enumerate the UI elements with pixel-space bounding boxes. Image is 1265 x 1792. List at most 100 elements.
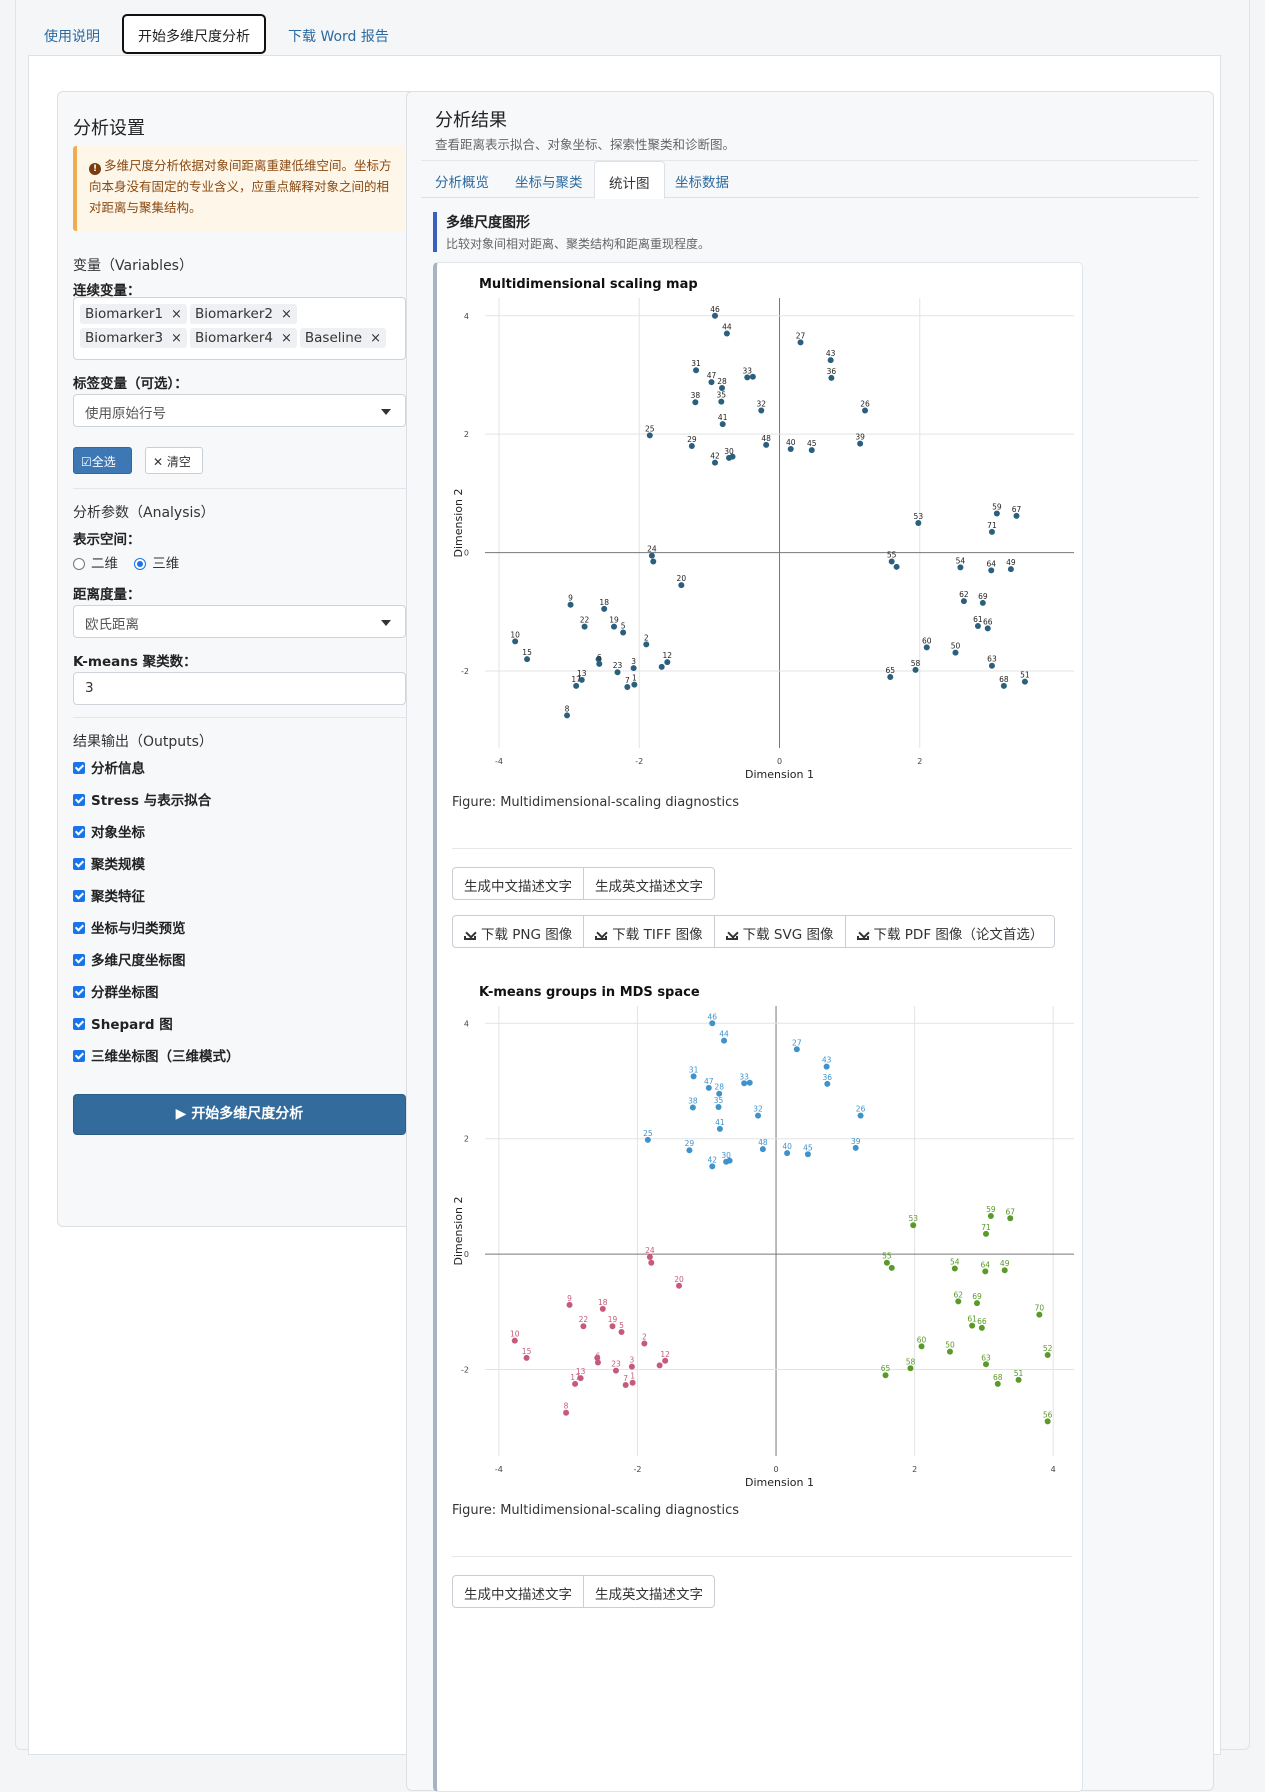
point-label: 71 <box>981 1223 991 1232</box>
data-point <box>746 1079 753 1086</box>
info-alert: ! 多维尺度分析依据对象间距离重建低维空间。坐标方向本身没有固定的专业含义，应重点… <box>73 146 406 231</box>
point-label: 27 <box>792 1038 802 1047</box>
download-pdf-button[interactable]: 下载 PDF 图像（论文首选） <box>844 915 1056 948</box>
point-label: 54 <box>956 556 966 565</box>
output-checkbox[interactable]: Shepard 图 <box>73 1013 173 1033</box>
kmeans-input[interactable]: 3 <box>73 672 406 705</box>
tab-overview[interactable]: 分析概览 <box>421 161 503 199</box>
output-checkbox[interactable]: 三维坐标图（三维模式） <box>73 1045 240 1065</box>
generate-chinese-text-button[interactable]: 生成中文描述文字 <box>452 867 584 900</box>
point-label: 48 <box>761 434 771 443</box>
generate-english-text-button[interactable]: 生成英文描述文字 <box>583 1575 715 1608</box>
remove-tag-icon[interactable]: × <box>171 331 182 346</box>
select-all-button[interactable]: ☑全选 <box>73 447 132 474</box>
results-tabs: 分析概览 坐标与聚类 统计图 坐标数据 <box>421 160 1199 199</box>
close-icon: ✕ <box>153 455 167 469</box>
point-label: 63 <box>987 655 997 664</box>
chart-title: K-means groups in MDS space <box>479 985 700 1000</box>
point-label: 7 <box>625 676 630 685</box>
divider <box>73 717 406 718</box>
remove-tag-icon[interactable]: × <box>281 307 292 322</box>
nav-tab-start-analysis[interactable]: 开始多维尺度分析 <box>122 14 266 54</box>
tab-charts[interactable]: 统计图 <box>594 161 665 199</box>
label-var-select[interactable]: 使用原始行号 <box>73 394 406 427</box>
top-nav: 使用说明 开始多维尺度分析 下载 Word 报告 <box>28 14 405 54</box>
point-label: 58 <box>911 659 921 668</box>
point-label: 35 <box>714 1096 724 1105</box>
x-tick-label: -2 <box>635 757 643 766</box>
figure-caption: Figure: Multidimensional-scaling diagnos… <box>452 1503 740 1518</box>
point-label: 49 <box>1000 1259 1010 1268</box>
point-label: 69 <box>978 592 988 601</box>
y-tick-label: 4 <box>464 312 469 321</box>
x-axis-label: Dimension 1 <box>745 768 814 781</box>
remove-tag-icon[interactable]: × <box>171 307 182 322</box>
point-label: 70 <box>1035 1304 1045 1313</box>
info-alert-text: 多维尺度分析依据对象间距离重建低维空间。坐标方向本身没有固定的专业含义，应重点解… <box>89 158 392 215</box>
point-label: 61 <box>967 1315 977 1324</box>
remove-tag-icon[interactable]: × <box>281 331 292 346</box>
point-label: 40 <box>782 1142 792 1151</box>
download-icon <box>725 929 738 940</box>
checkbox-checked-icon <box>73 890 85 902</box>
output-checkbox[interactable]: 分群坐标图 <box>73 981 159 1001</box>
point-label: 60 <box>917 1335 927 1344</box>
divider <box>452 848 1072 849</box>
point-label: 15 <box>522 648 532 657</box>
x-tick-label: -2 <box>633 1465 641 1474</box>
output-checkbox[interactable]: 多维尺度坐标图 <box>73 949 186 969</box>
remove-tag-icon[interactable]: × <box>370 331 381 346</box>
point-label: 47 <box>707 371 717 380</box>
description-buttons: 生成中文描述文字 生成英文描述文字 <box>452 1575 715 1608</box>
point-label: 47 <box>704 1077 714 1086</box>
point-label: 31 <box>691 359 701 368</box>
point-label: 9 <box>568 594 573 603</box>
divider <box>73 488 406 489</box>
x-tick-label: 2 <box>917 757 922 766</box>
point-label: 51 <box>1020 671 1030 680</box>
point-label: 27 <box>796 331 806 340</box>
point-label: 53 <box>908 1214 918 1223</box>
output-checkbox[interactable]: 聚类特征 <box>73 885 145 905</box>
output-checkbox[interactable]: 坐标与归类预览 <box>73 917 186 937</box>
generate-chinese-text-button[interactable]: 生成中文描述文字 <box>452 1575 584 1608</box>
data-point <box>648 1259 655 1266</box>
point-label: 23 <box>611 1360 621 1369</box>
nav-tab-download-report[interactable]: 下载 Word 报告 <box>272 14 405 54</box>
point-label: 10 <box>510 630 520 639</box>
download-icon <box>464 929 476 940</box>
point-label: 5 <box>619 1321 624 1330</box>
radio-2d[interactable]: 二维 <box>73 556 118 572</box>
generate-english-text-button[interactable]: 生成英文描述文字 <box>583 867 715 900</box>
download-tiff-button[interactable]: 下载 TIFF 图像 <box>583 915 715 948</box>
output-checkbox[interactable]: 聚类规模 <box>73 853 145 873</box>
chart-title: Multidimensional scaling map <box>479 277 698 292</box>
output-checkbox[interactable]: Stress 与表示拟合 <box>73 789 211 809</box>
point-label: 19 <box>609 616 619 625</box>
download-png-button[interactable]: 下载 PNG 图像 <box>452 915 585 948</box>
clear-button[interactable]: ✕ 清空 <box>145 447 203 474</box>
continuous-var-select[interactable]: Biomarker1 × Biomarker2 ×Biomarker3 × Biomark… <box>73 297 406 360</box>
point-label: 68 <box>993 1373 1003 1382</box>
download-icon <box>856 929 869 940</box>
point-label: 38 <box>688 1097 698 1106</box>
kmeans-groups-chart: -4 -2 0 2 4-2024Dimension 1Dimension 2464427… <box>452 1006 1074 1489</box>
section-accent <box>433 212 437 252</box>
output-checkbox[interactable]: 分析信息 <box>73 757 145 777</box>
point-label: 41 <box>718 413 728 422</box>
nav-tab-instructions[interactable]: 使用说明 <box>28 14 116 54</box>
point-label: 35 <box>717 391 727 400</box>
radio-3d[interactable]: 三维 <box>134 556 179 572</box>
output-checkbox[interactable]: 对象坐标 <box>73 821 145 841</box>
run-analysis-button[interactable]: ▶ 开始多维尺度分析 <box>73 1094 406 1135</box>
var-tag: Biomarker4 × <box>189 328 297 348</box>
distance-select[interactable]: 欧氏距离 <box>73 605 406 638</box>
point-label: 12 <box>663 651 673 660</box>
tab-coord-data[interactable]: 坐标数据 <box>661 161 743 199</box>
tab-coords-clusters[interactable]: 坐标与聚类 <box>501 161 597 199</box>
download-svg-button[interactable]: 下载 SVG 图像 <box>713 915 846 948</box>
point-label: 59 <box>992 503 1002 512</box>
checkbox-checked-icon <box>73 826 85 838</box>
point-label: 10 <box>510 1330 520 1339</box>
main-content: 分析设置 ! 多维尺度分析依据对象间距离重建低维空间。坐标方向本身没有固定的专业含… <box>28 55 1221 1792</box>
